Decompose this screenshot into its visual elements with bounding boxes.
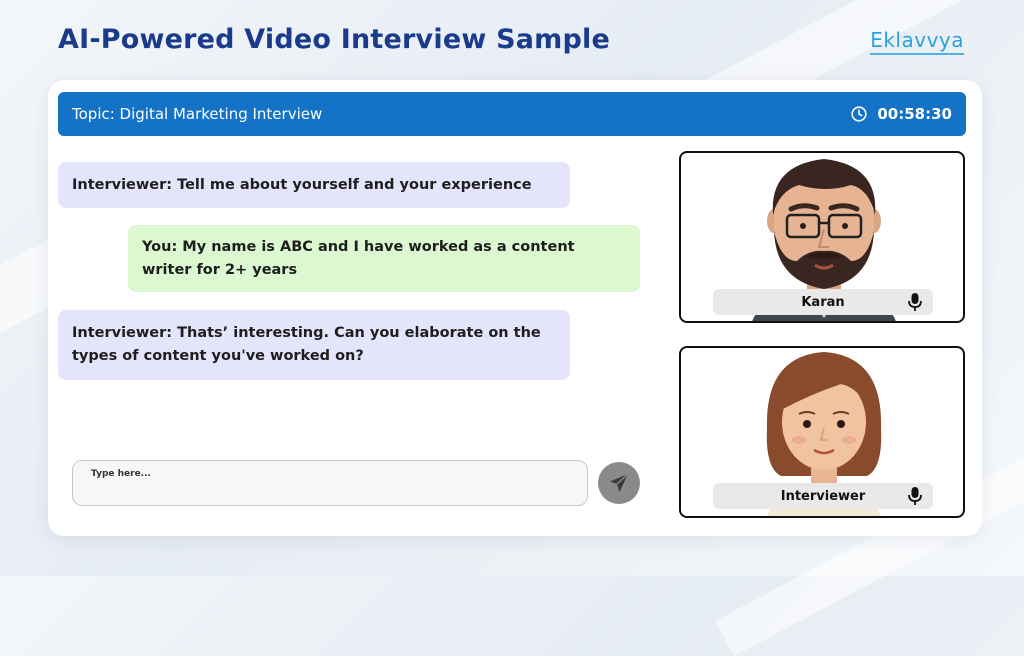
message-text: Interviewer: Thats’ interesting. Can you… xyxy=(72,325,541,364)
page-title: AI-Powered Video Interview Sample xyxy=(58,24,610,55)
chat-message-interviewer: Interviewer: Tell me about yourself and … xyxy=(58,162,570,208)
chat-message-interviewer: Interviewer: Thats’ interesting. Can you… xyxy=(58,310,570,380)
participant-name: Karan xyxy=(801,294,845,310)
brand-name: Eklavvya xyxy=(870,28,964,52)
microphone-icon[interactable] xyxy=(907,486,923,506)
timer-value: 00:58:30 xyxy=(877,105,952,123)
participant-name-bar: Karan xyxy=(713,289,933,315)
message-input-box[interactable] xyxy=(72,460,588,506)
session-timer: 00:58:30 xyxy=(851,105,952,123)
message-input[interactable] xyxy=(91,469,569,479)
brand-underline xyxy=(870,53,964,55)
participant-name: Interviewer xyxy=(780,488,866,504)
send-button[interactable] xyxy=(598,462,640,504)
topic-label: Topic: Digital Marketing Interview xyxy=(72,105,323,123)
microphone-icon[interactable] xyxy=(907,292,923,312)
video-tile-interviewer: Interviewer xyxy=(679,346,965,518)
message-text: You: My name is ABC and I have worked as… xyxy=(142,238,575,278)
clock-icon xyxy=(851,106,867,122)
participant-name-bar: Interviewer xyxy=(713,483,933,509)
topic-bar: Topic: Digital Marketing Interview 00:58… xyxy=(58,92,966,136)
chat-message-you: You: My name is ABC and I have worked as… xyxy=(128,225,640,292)
brand-logo: Eklavvya xyxy=(870,28,964,55)
video-tile-karan: Karan xyxy=(679,151,965,323)
send-icon xyxy=(610,473,629,492)
message-text: Interviewer: Tell me about yourself and … xyxy=(72,176,532,193)
